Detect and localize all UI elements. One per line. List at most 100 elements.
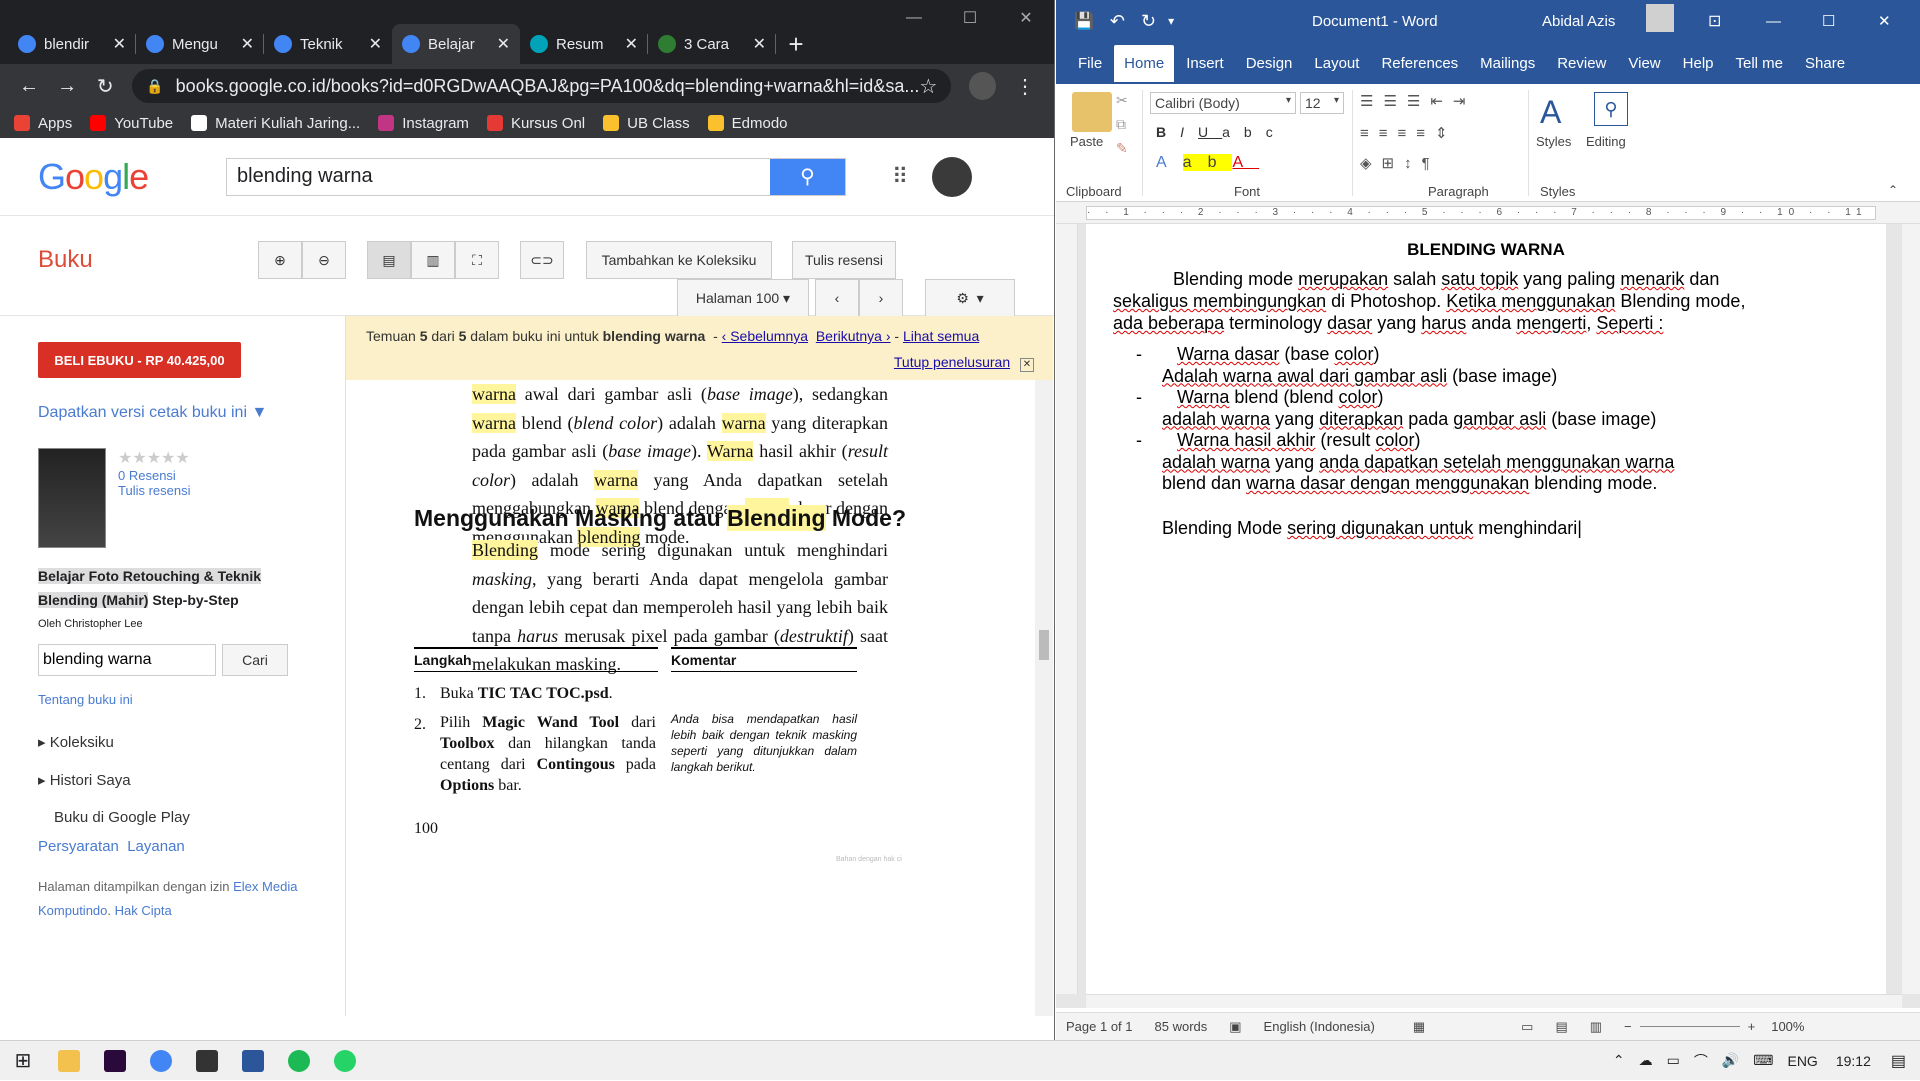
status-words[interactable]: 85 words xyxy=(1155,1019,1208,1034)
customize-qat-icon[interactable]: ▾ xyxy=(1168,14,1174,28)
zoom-in-button[interactable]: + xyxy=(1748,1019,1756,1034)
taskbar-word[interactable] xyxy=(230,1041,276,1081)
font-format-buttons[interactable]: BIUabc xyxy=(1156,124,1287,140)
document-page[interactable]: BLENDING WARNA Blending mode merupakan s… xyxy=(1086,224,1886,994)
ribbon-tab[interactable]: Insert xyxy=(1186,45,1224,82)
list-buttons[interactable]: ☰☰☰⇤⇥ xyxy=(1360,92,1475,110)
ribbon-tab[interactable]: View xyxy=(1628,45,1660,82)
in-book-search-button[interactable]: Cari xyxy=(222,644,288,676)
in-book-search-input[interactable] xyxy=(38,644,216,676)
viewer-scrollbar[interactable] xyxy=(1035,380,1053,1016)
google-play-link[interactable]: Buku di Google Play xyxy=(54,809,345,826)
battery-icon[interactable]: ▭ xyxy=(1667,1052,1680,1069)
fullscreen-icon[interactable]: ⛶ xyxy=(455,241,499,279)
onedrive-icon[interactable]: ☁ xyxy=(1639,1052,1653,1069)
undo-icon[interactable]: ↶ xyxy=(1110,11,1125,32)
tab-close-icon[interactable]: ✕ xyxy=(625,34,638,54)
bookmark-item[interactable]: Materi Kuliah Jaring... xyxy=(191,115,360,132)
paste-button[interactable]: Paste xyxy=(1070,134,1103,149)
ribbon-tab[interactable]: Design xyxy=(1246,45,1293,82)
doc-vertical-scrollbar[interactable] xyxy=(1902,224,1920,994)
taskbar-app[interactable] xyxy=(184,1041,230,1081)
input-language[interactable]: ENG xyxy=(1787,1053,1817,1069)
prev-page-button[interactable]: ‹ xyxy=(815,279,859,317)
next-result-link[interactable]: Berikutnya › xyxy=(816,328,891,344)
bookmark-item[interactable]: Instagram xyxy=(378,115,469,132)
bookmark-item[interactable]: UB Class xyxy=(603,115,690,132)
zoom-out-button[interactable]: − xyxy=(1624,1019,1632,1034)
tab-close-icon[interactable]: ✕ xyxy=(241,34,254,54)
ribbon-tab[interactable]: Share xyxy=(1805,45,1845,82)
browser-tab[interactable]: 3 Cara ✕ xyxy=(648,24,776,64)
save-icon[interactable]: 💾 xyxy=(1074,11,1094,31)
close-search-link[interactable]: Tutup penelusuran xyxy=(894,354,1010,370)
ribbon-tab[interactable]: Review xyxy=(1557,45,1606,82)
browser-tab[interactable]: Belajar ✕ xyxy=(392,24,520,64)
two-page-icon[interactable]: ▥ xyxy=(411,241,455,279)
shading-border-buttons[interactable]: ◈⊞↕¶ xyxy=(1360,154,1440,172)
ribbon-tab[interactable]: File xyxy=(1078,45,1102,82)
read-mode-icon[interactable]: ▭ xyxy=(1521,1019,1533,1035)
ribbon-display-icon[interactable]: ⊡ xyxy=(1708,11,1721,31)
clock[interactable]: 19:12 xyxy=(1836,1053,1871,1069)
search-button[interactable]: ⚲ xyxy=(770,158,845,195)
reviews-count-link[interactable]: 0 Resensi xyxy=(118,468,190,483)
ribbon-tab[interactable]: Mailings xyxy=(1480,45,1535,82)
ribbon-tab[interactable]: References xyxy=(1381,45,1458,82)
minimize-button[interactable]: — xyxy=(886,0,942,36)
service-link[interactable]: Layanan xyxy=(127,838,185,855)
zoom-in-icon[interactable]: ⊕ xyxy=(258,241,302,279)
taskbar-whatsapp[interactable] xyxy=(322,1041,368,1081)
find-icon[interactable]: ⚲ xyxy=(1594,92,1628,126)
taskbar-chrome[interactable] xyxy=(138,1041,184,1081)
font-size-box[interactable]: 12 ▾ xyxy=(1300,92,1344,114)
ribbon-tab[interactable]: Help xyxy=(1683,45,1714,82)
keyboard-icon[interactable]: ⌨ xyxy=(1753,1052,1773,1069)
browser-tab[interactable]: blendir ✕ xyxy=(8,24,136,64)
ribbon-tab[interactable]: Tell me xyxy=(1736,45,1784,82)
taskbar-spotify[interactable] xyxy=(276,1041,322,1081)
maximize-button[interactable]: ☐ xyxy=(942,0,998,36)
word-maximize-button[interactable]: ☐ xyxy=(1822,12,1835,30)
single-page-icon[interactable]: ▤ xyxy=(367,241,411,279)
search-input[interactable] xyxy=(227,158,770,195)
horizontal-ruler[interactable]: · · 1 · · · 2 · · · 3 · · · 4 · · · 5 · … xyxy=(1056,202,1920,224)
proofing-icon[interactable]: ▣ xyxy=(1229,1019,1241,1035)
bookmark-item[interactable]: Apps xyxy=(14,115,72,132)
taskbar-premiere[interactable] xyxy=(92,1041,138,1081)
book-cover[interactable] xyxy=(38,448,106,548)
copy-icon[interactable]: ⧉ xyxy=(1116,116,1126,133)
browser-tab[interactable]: Resum ✕ xyxy=(520,24,648,64)
settings-gear-icon[interactable]: ⚙ ▾ xyxy=(925,279,1015,317)
tab-close-icon[interactable]: ✕ xyxy=(369,34,382,54)
align-buttons[interactable]: ≡≡≡≡⇕ xyxy=(1360,124,1458,142)
wifi-icon[interactable]: ⌒ xyxy=(1694,1051,1708,1071)
word-minimize-button[interactable]: — xyxy=(1766,13,1781,30)
styles-icon[interactable]: A xyxy=(1540,94,1561,131)
ribbon-tab[interactable]: Layout xyxy=(1314,45,1359,82)
status-language[interactable]: English (Indonesia) xyxy=(1264,1019,1375,1034)
browser-tab[interactable]: Mengu ✕ xyxy=(136,24,264,64)
accessibility-icon[interactable]: ▦ xyxy=(1413,1019,1425,1035)
font-name-box[interactable]: Calibri (Body) ▾ xyxy=(1150,92,1296,114)
vertical-ruler[interactable] xyxy=(1056,224,1078,994)
styles-button[interactable]: Styles xyxy=(1536,134,1571,149)
collection-menu[interactable]: ▸ Koleksiku xyxy=(38,733,345,751)
history-menu[interactable]: ▸ Histori Saya xyxy=(38,771,345,789)
show-hidden-icons[interactable]: ⌃ xyxy=(1613,1052,1625,1069)
new-tab-button[interactable]: + xyxy=(776,24,816,64)
profile-avatar[interactable] xyxy=(969,72,996,100)
print-version-link[interactable]: Dapatkan versi cetak buku ini ▼ xyxy=(38,404,345,422)
bookmark-item[interactable]: YouTube xyxy=(90,115,173,132)
tab-close-icon[interactable]: ✕ xyxy=(497,34,510,54)
doc-horizontal-scrollbar[interactable] xyxy=(1086,994,1902,1008)
page-select[interactable]: Halaman 100 ▾ xyxy=(677,279,809,317)
next-page-button[interactable]: › xyxy=(859,279,903,317)
forward-button[interactable]: → xyxy=(48,68,86,104)
close-icon[interactable]: ✕ xyxy=(1020,358,1034,372)
font-color-buttons[interactable]: AabA xyxy=(1156,154,1259,172)
google-logo[interactable]: Google xyxy=(38,156,190,198)
browser-tab[interactable]: Teknik ✕ xyxy=(264,24,392,64)
paste-icon[interactable] xyxy=(1072,92,1112,132)
user-avatar[interactable] xyxy=(1646,4,1674,32)
